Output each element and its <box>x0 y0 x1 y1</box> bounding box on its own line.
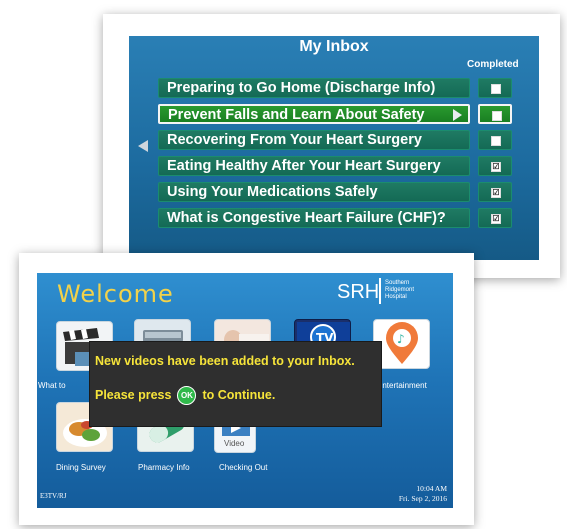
inbox-item-label: Preparing to Go Home (Discharge Info) <box>167 80 436 96</box>
checkbox-checked-icon: ☑ <box>491 188 501 198</box>
completed-checkbox[interactable] <box>478 104 512 124</box>
tile-label: What to <box>38 381 66 390</box>
inbox-title: My Inbox <box>299 38 369 55</box>
time-text: 10:04 AM <box>416 484 447 493</box>
welcome-screen: Welcome SRH Southern Ridgemont Hospital … <box>37 273 453 508</box>
welcome-card: Welcome SRH Southern Ridgemont Hospital … <box>19 253 474 525</box>
new-videos-dialog: New videos have been added to your Inbox… <box>89 341 382 427</box>
inbox-item[interactable]: Recovering From Your Heart Surgery <box>158 130 470 150</box>
inbox-screen: My Inbox Completed Preparing to Go Home … <box>129 36 539 260</box>
clock: 10:04 AM Fri. Sep 2, 2016 <box>399 484 447 504</box>
logo-divider <box>379 278 381 304</box>
hospital-logo: SRH <box>337 281 380 303</box>
dialog-instruction: Please press OK to Continue. <box>95 386 275 405</box>
completed-checkbox[interactable] <box>478 78 512 98</box>
tile-label: Pharmacy Info <box>138 463 190 472</box>
inbox-item-label: Prevent Falls and Learn About Safety <box>168 107 425 123</box>
tile-label: Dining Survey <box>56 463 106 472</box>
checkbox-unchecked <box>491 136 501 146</box>
inbox-item-selected[interactable]: Prevent Falls and Learn About Safety <box>158 104 470 124</box>
video-badge: Video <box>224 439 245 448</box>
checkbox-checked-icon: ☑ <box>491 214 501 224</box>
ok-button-icon[interactable]: OK <box>177 386 197 405</box>
welcome-title: Welcome <box>57 280 174 308</box>
tile-label: Entertainment <box>377 381 427 390</box>
play-icon[interactable] <box>453 109 462 121</box>
left-arrow-icon[interactable] <box>138 140 148 152</box>
checkbox-checked-icon: ☑ <box>491 162 501 172</box>
completed-checkbox[interactable]: ☑ <box>478 156 512 176</box>
tile-label: Checking Out <box>219 463 268 472</box>
device-id: E3TV/RJ <box>40 492 67 500</box>
inbox-item-label: Eating Healthy After Your Heart Surgery <box>167 158 441 174</box>
date-text: Fri. Sep 2, 2016 <box>398 494 447 503</box>
completed-checkbox[interactable]: ☑ <box>478 182 512 202</box>
checkbox-unchecked <box>492 111 502 121</box>
inbox-item[interactable]: What is Congestive Heart Failure (CHF)? <box>158 208 470 228</box>
inbox-item-label: What is Congestive Heart Failure (CHF)? <box>167 210 446 226</box>
inbox-item[interactable]: Eating Healthy After Your Heart Surgery <box>158 156 470 176</box>
checkbox-unchecked <box>491 84 501 94</box>
completed-column-header: Completed <box>467 59 519 70</box>
completed-checkbox[interactable]: ☑ <box>478 208 512 228</box>
inbox-item-label: Recovering From Your Heart Surgery <box>167 132 422 148</box>
inbox-card: My Inbox Completed Preparing to Go Home … <box>103 14 560 278</box>
inbox-item[interactable]: Using Your Medications Safely <box>158 182 470 202</box>
inbox-item-label: Using Your Medications Safely <box>167 184 378 200</box>
completed-checkbox[interactable] <box>478 130 512 150</box>
hospital-name: Southern Ridgemont Hospital <box>385 280 415 300</box>
dialog-message: New videos have been added to your Inbox… <box>95 354 355 368</box>
svg-text:♪: ♪ <box>397 332 405 346</box>
music-pin-icon: ♪ <box>386 322 418 364</box>
inbox-item[interactable]: Preparing to Go Home (Discharge Info) <box>158 78 470 98</box>
